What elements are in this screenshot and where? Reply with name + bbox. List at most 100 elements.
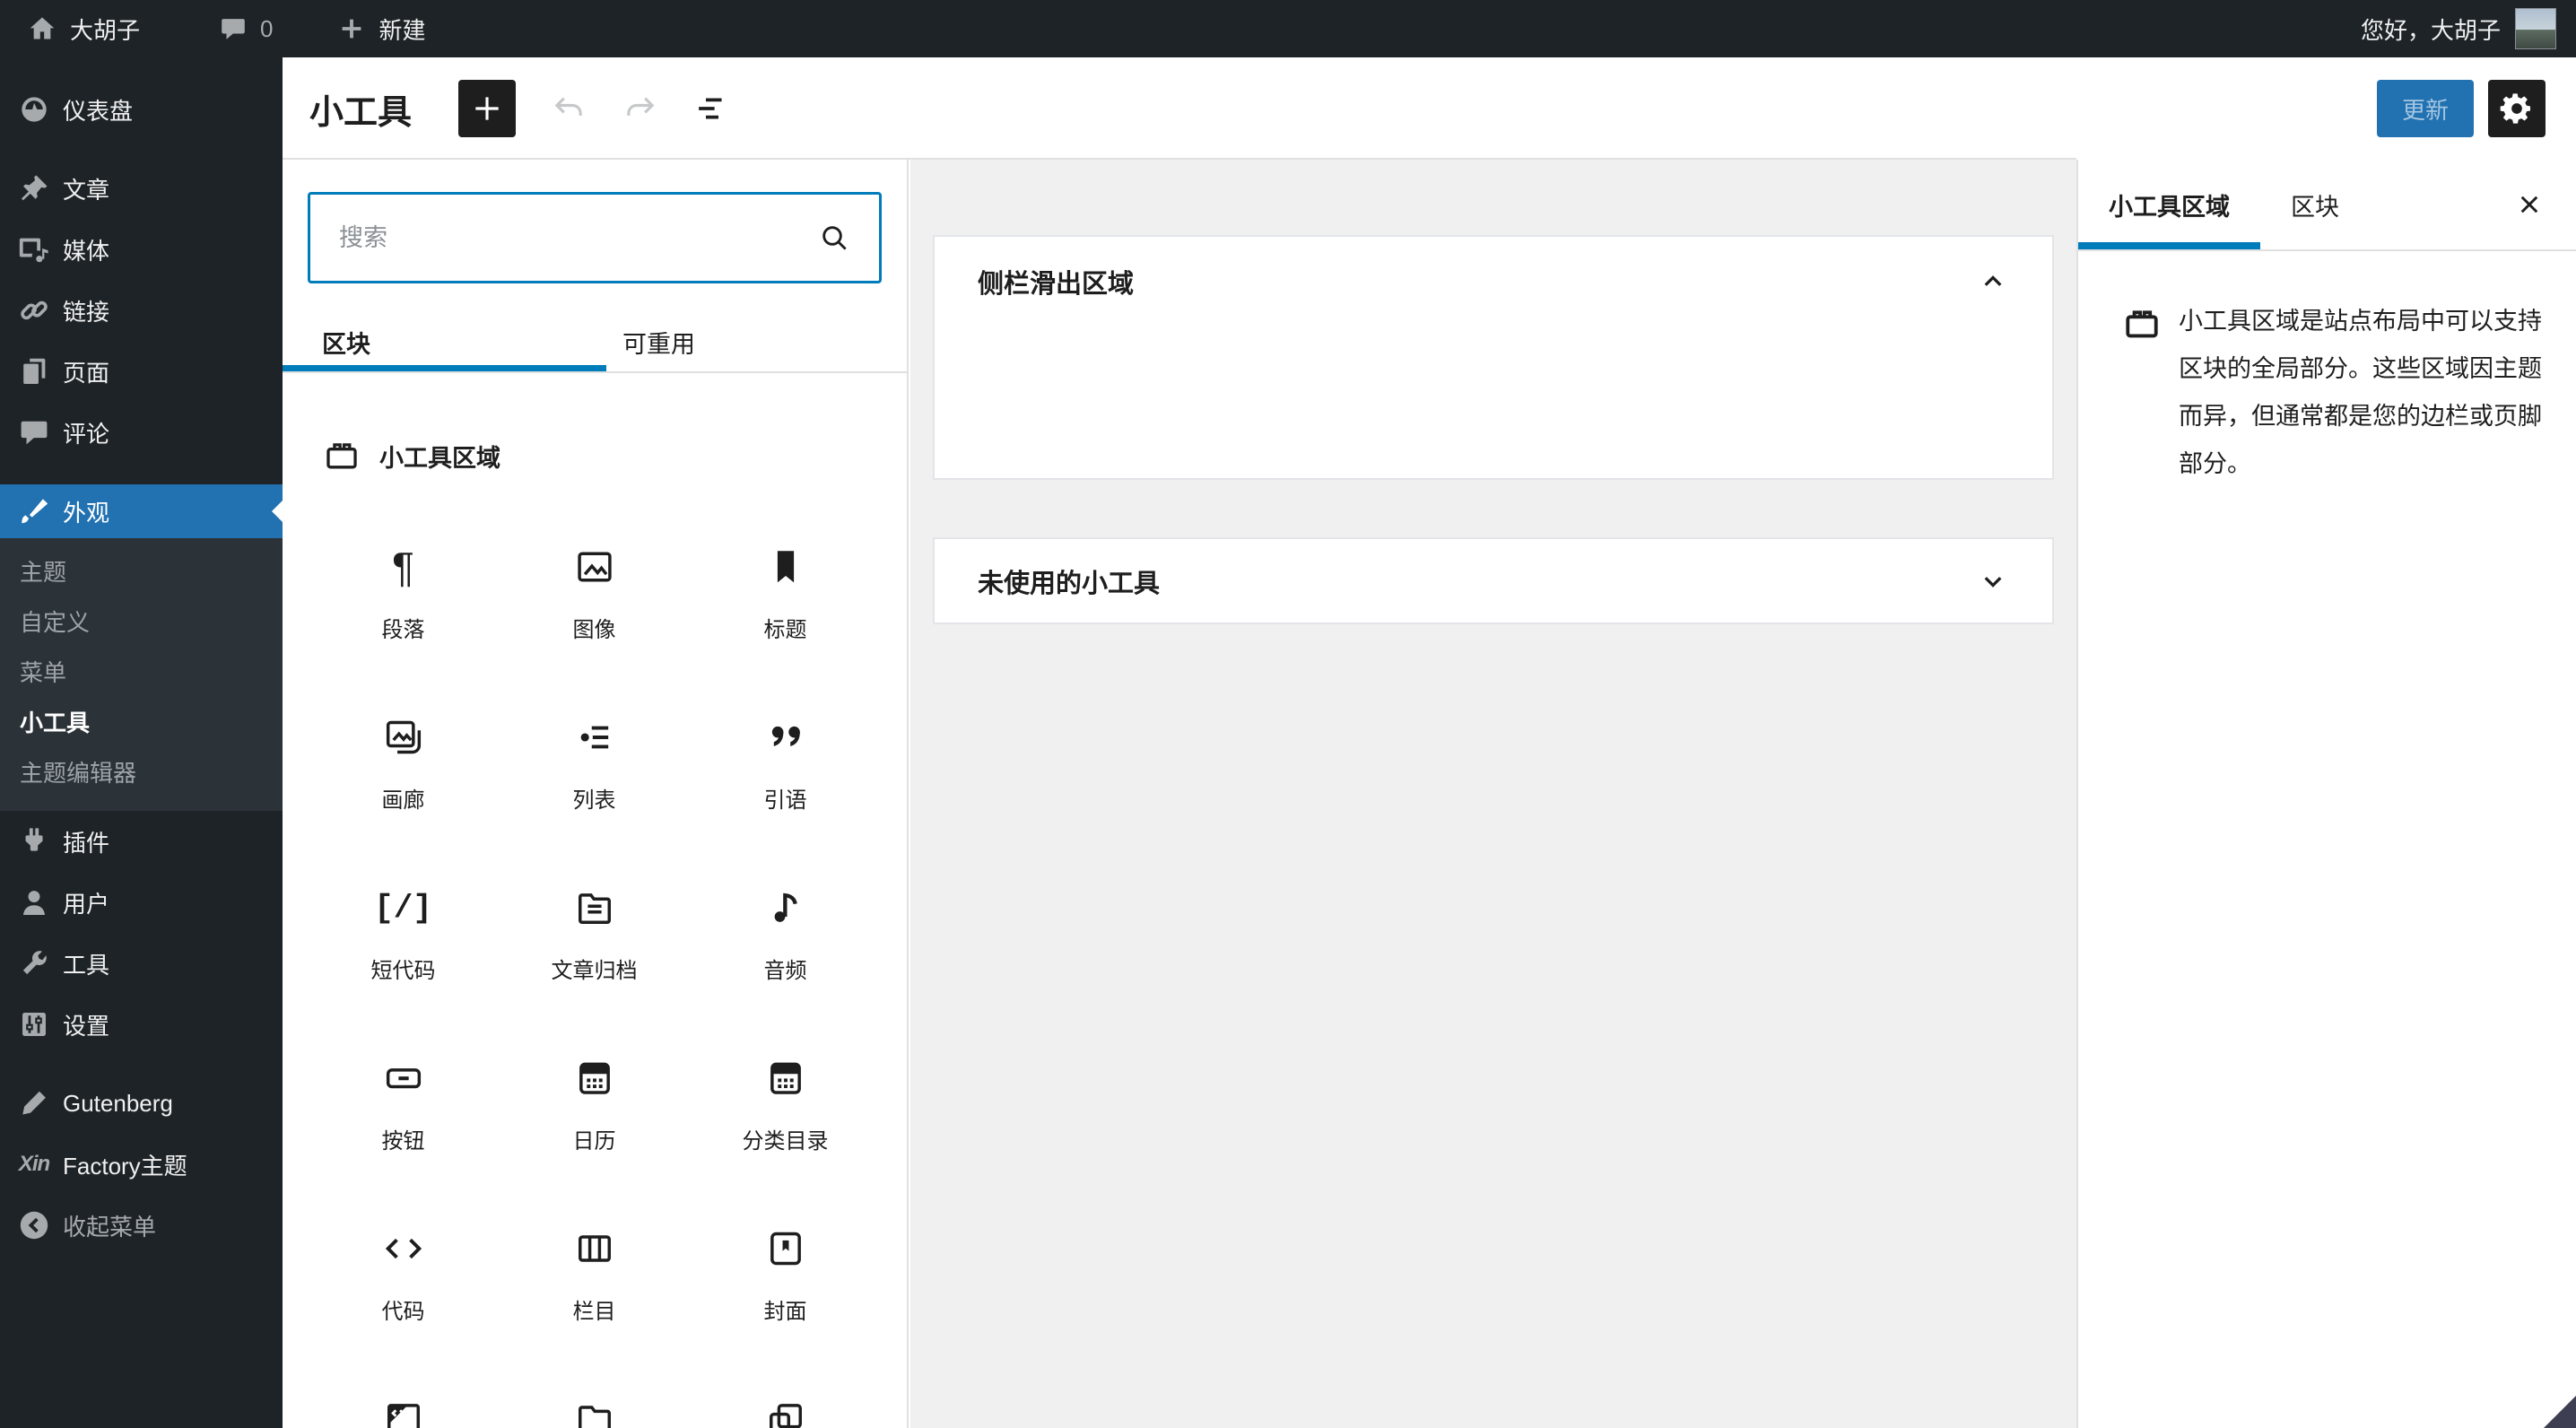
block-item[interactable]: 标题 (690, 511, 881, 682)
sidebar-item-pages[interactable]: 页面 (0, 341, 283, 402)
submenu-item-customize[interactable]: 自定义 (0, 597, 283, 648)
search-input[interactable] (337, 222, 816, 253)
block-item[interactable]: 文章归档 (499, 852, 690, 1023)
block-item[interactable]: ¶ 段落 (308, 511, 499, 682)
block-item[interactable]: 按钮 (308, 1023, 499, 1193)
sidebar-item-gutenberg[interactable]: Gutenberg (0, 1073, 283, 1134)
sidebar-item-users[interactable]: 用户 (0, 872, 283, 933)
archive-icon (571, 884, 618, 931)
columns-icon (571, 1225, 618, 1272)
user-icon (16, 884, 52, 920)
close-sidebar-button[interactable] (2508, 183, 2551, 226)
block-item[interactable] (308, 1363, 499, 1428)
block-item[interactable]: 画廊 (308, 682, 499, 852)
add-block-button[interactable] (458, 80, 517, 137)
admin-bar-site-link[interactable]: 大胡子 (0, 0, 161, 57)
menu-label: 外观 (63, 499, 110, 527)
block-item[interactable]: 封面 (690, 1193, 881, 1363)
admin-bar-account[interactable]: 您好，大胡子 (2361, 8, 2576, 49)
admin-bar-comments-link[interactable]: 0 (197, 0, 294, 57)
brush-icon (16, 493, 52, 529)
widget-area-icon (2121, 303, 2163, 488)
block-item[interactable]: 栏目 (499, 1193, 690, 1363)
block-label: 图像 (572, 618, 616, 642)
menu-label: 仪表盘 (63, 97, 134, 125)
block-label: 文章归档 (551, 959, 638, 983)
block-item[interactable]: 音频 (690, 852, 881, 1023)
dashboard-icon (16, 91, 52, 127)
file-icon (571, 1396, 618, 1428)
paragraph-icon: ¶ (392, 544, 414, 590)
block-item[interactable]: 图像 (499, 511, 690, 682)
sidebar-item-settings[interactable]: 设置 (0, 994, 283, 1055)
widgets-canvas: 侧栏滑出区域 未使用的小工具 (910, 160, 2076, 1428)
block-label: 代码 (381, 1300, 425, 1324)
widget-area-body[interactable] (935, 327, 2052, 479)
sidebar-item-collapse-menu[interactable]: 收起菜单 (0, 1195, 283, 1256)
search-icon (816, 220, 852, 256)
widget-area-icon (322, 436, 361, 475)
link-icon (16, 292, 52, 328)
block-item[interactable]: 日历 (499, 1023, 690, 1193)
sidebar-item-media[interactable]: 媒体 (0, 219, 283, 280)
undo-button[interactable] (550, 90, 587, 127)
new-label: 新建 (379, 16, 426, 44)
sidebar-item-plugins[interactable]: 插件 (0, 811, 283, 872)
sidebar-item-tools[interactable]: 工具 (0, 933, 283, 994)
block-label: 封面 (763, 1300, 807, 1324)
submenu-item-widgets[interactable]: 小工具 (0, 698, 283, 748)
tab-widget-area[interactable]: 小工具区域 (2078, 160, 2260, 249)
widget-area-panel-header[interactable]: 侧栏滑出区域 (935, 237, 2052, 327)
admin-bar: 大胡子 0 新建 您好，大胡子 (0, 0, 2576, 57)
update-button[interactable]: 更新 (2376, 80, 2474, 137)
site-name: 大胡子 (70, 16, 141, 44)
tab-blocks[interactable]: 区块 (283, 312, 606, 371)
block-label: 引语 (763, 788, 807, 813)
widget-area-panel: 侧栏滑出区域 (933, 235, 2054, 480)
categories-icon (762, 1055, 809, 1101)
sidebar-item-xin-factory-theme[interactable]: Xin Factory主题 (0, 1134, 283, 1195)
user-avatar (2515, 8, 2556, 49)
shortcode-icon: [/] (374, 889, 432, 927)
sidebar-item-links[interactable]: 链接 (0, 280, 283, 341)
menu-label: 媒体 (63, 237, 110, 265)
block-item[interactable]: 代码 (308, 1193, 499, 1363)
page-title: 小工具 (309, 93, 413, 132)
block-item[interactable]: 分类目录 (690, 1023, 881, 1193)
pages-icon (16, 353, 52, 389)
submenu-item-menus[interactable]: 菜单 (0, 648, 283, 698)
editor-header: 小工具 更新 (283, 57, 2576, 160)
tab-reusable[interactable]: 可重用 (606, 312, 907, 371)
image-icon (571, 544, 618, 590)
add-block-icon (470, 91, 504, 126)
sidebar-item-dashboard[interactable]: 仪表盘 (0, 79, 283, 140)
quote-icon (762, 714, 809, 761)
block-item[interactable] (690, 1363, 881, 1428)
submenu-item-theme-editor[interactable]: 主题编辑器 (0, 748, 283, 798)
list-view-button[interactable] (693, 90, 731, 127)
sidebar-item-comments[interactable]: 评论 (0, 402, 283, 463)
pin-icon (16, 170, 52, 206)
sidebar-item-posts[interactable]: 文章 (0, 158, 283, 219)
block-item[interactable]: 列表 (499, 682, 690, 852)
plugin-icon (16, 823, 52, 859)
menu-label: 设置 (63, 1012, 110, 1040)
admin-bar-new-link[interactable]: 新建 (316, 0, 447, 57)
gear-icon (2499, 91, 2535, 126)
comments-count: 0 (260, 14, 274, 42)
sidebar-item-appearance[interactable]: 外观 (0, 484, 283, 538)
cover-icon (762, 1225, 809, 1272)
settings-toggle-button[interactable] (2488, 80, 2546, 137)
inactive-widgets-header[interactable]: 未使用的小工具 (935, 539, 2052, 623)
list-icon (571, 714, 618, 761)
code-icon (380, 1225, 427, 1272)
block-item[interactable]: [/] 短代码 (308, 852, 499, 1023)
block-item[interactable] (499, 1363, 690, 1428)
submenu-item-themes[interactable]: 主题 (0, 547, 283, 597)
audio-icon (762, 884, 809, 931)
redo-button[interactable] (622, 90, 659, 127)
home-icon (27, 13, 57, 44)
block-item[interactable]: 引语 (690, 682, 881, 852)
block-inserter-panel: 区块 可重用 小工具区域 ¶ 段落 图像 (283, 160, 909, 1428)
tab-block[interactable]: 区块 (2260, 160, 2370, 249)
